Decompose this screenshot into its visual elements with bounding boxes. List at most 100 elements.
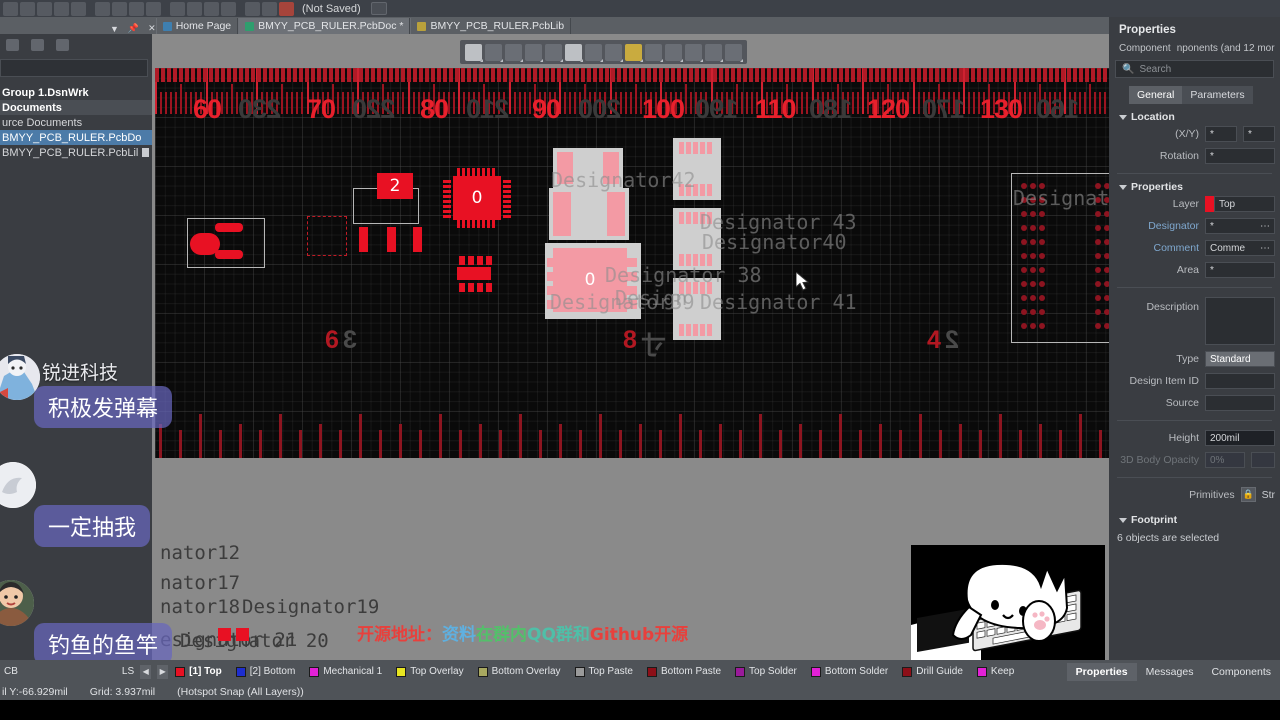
plane-icon[interactable] xyxy=(645,43,663,62)
save-icon[interactable] xyxy=(3,1,18,16)
cut-icon[interactable] xyxy=(95,1,110,16)
rotation-field[interactable]: * xyxy=(1205,148,1275,164)
height-field[interactable]: 200mil xyxy=(1205,430,1275,446)
ruler-icon[interactable] xyxy=(685,43,703,62)
select-icon[interactable] xyxy=(170,1,185,16)
lock-icon[interactable]: 🔒 xyxy=(1240,487,1256,502)
pcb-board[interactable]: 60 230 70 220 80 210 90 200 100 190 110 180 120 170 13… xyxy=(155,68,1109,458)
keepout-icon[interactable] xyxy=(625,43,643,62)
ellipsis-icon[interactable]: ⋯ xyxy=(1260,243,1270,254)
zoom-out-icon[interactable] xyxy=(54,1,69,16)
layer-item-top-solder[interactable]: Top Solder xyxy=(728,666,804,677)
layer-scroll-right-button[interactable]: ▶ xyxy=(157,664,169,679)
comment-label[interactable]: Comment xyxy=(1153,242,1199,254)
ellipsis-icon[interactable]: ⋯ xyxy=(1260,221,1270,232)
panel-tab-messages[interactable]: Messages xyxy=(1137,663,1203,681)
properties-search-input[interactable]: 🔍 Search xyxy=(1115,60,1274,78)
paste-icon[interactable] xyxy=(129,1,144,16)
zoom-fit-icon[interactable] xyxy=(71,1,86,16)
comment-field[interactable]: Comme ⋯ xyxy=(1205,240,1275,256)
y-field[interactable]: * xyxy=(1243,126,1275,142)
crosshair-icon[interactable] xyxy=(187,1,202,16)
description-field[interactable] xyxy=(1205,297,1275,345)
layer-scroll-left-button[interactable]: ◀ xyxy=(140,664,152,679)
layer-item-bottom-paste[interactable]: Bottom Paste xyxy=(640,666,728,677)
line-icon[interactable] xyxy=(725,43,743,62)
tab-general[interactable]: General xyxy=(1129,86,1183,104)
tab-pcbdoc[interactable]: BMYY_PCB_RULER.PcbDoc * xyxy=(238,18,411,34)
place-pad-icon[interactable] xyxy=(525,43,543,62)
type-select[interactable]: Standard xyxy=(1205,351,1275,367)
tree-item-workspace[interactable]: Group 1.DsnWrk xyxy=(0,85,152,100)
net-icon[interactable] xyxy=(605,43,623,62)
layer-item-top-overlay[interactable]: Top Overlay xyxy=(389,666,470,677)
lightning-icon[interactable] xyxy=(279,1,294,16)
layer-item-drill-guide[interactable]: Drill Guide xyxy=(895,666,970,677)
polygon-icon[interactable] xyxy=(585,43,603,62)
projects-icon[interactable] xyxy=(6,39,19,51)
pcb-pad xyxy=(1095,295,1101,301)
layer-bar-ls-label[interactable]: LS xyxy=(122,666,134,677)
pin-icon[interactable]: 📌 xyxy=(128,23,139,34)
designator-field[interactable]: * ⋯ xyxy=(1205,218,1275,234)
tab-parameters[interactable]: Parameters xyxy=(1182,86,1253,104)
component-selector-row[interactable]: Component nponents (and 12 mor xyxy=(1109,42,1280,60)
filter-icon[interactable] xyxy=(465,43,483,62)
panel-tab-properties[interactable]: Properties xyxy=(1066,662,1137,681)
ruler-number: 70 xyxy=(307,94,336,124)
designator-label[interactable]: Designator xyxy=(1148,220,1199,232)
x-field[interactable]: * xyxy=(1205,126,1237,142)
section-footprint[interactable]: Footprint xyxy=(1109,514,1280,526)
text-icon[interactable] xyxy=(705,43,723,62)
ruler-tick xyxy=(167,68,171,82)
row-type: Type Standard xyxy=(1109,348,1280,370)
rotate-icon[interactable] xyxy=(221,1,236,16)
pcb-pad xyxy=(487,168,490,176)
design-item-id-field[interactable] xyxy=(1205,373,1275,389)
tab-pcblib[interactable]: BMYY_PCB_RULER.PcbLib xyxy=(410,18,572,34)
layer-item-bottom-overlay[interactable]: Bottom Overlay xyxy=(471,666,568,677)
place-via-icon[interactable] xyxy=(545,43,563,62)
layer-item-1-top[interactable]: [1] Top xyxy=(168,666,229,677)
layer-item-2-bottom[interactable]: [2] Bottom xyxy=(229,666,303,677)
gear-icon[interactable] xyxy=(56,39,69,51)
redo-icon[interactable] xyxy=(262,1,277,16)
ruler-tick xyxy=(180,84,183,114)
panel-tab-components[interactable]: Components xyxy=(1202,663,1280,681)
chevron-down-icon[interactable]: ▼ xyxy=(110,24,119,34)
layer-select[interactable]: Top xyxy=(1205,196,1275,212)
section-location[interactable]: Location xyxy=(1109,111,1280,123)
section-properties[interactable]: Properties xyxy=(1109,181,1280,193)
dimension-icon[interactable] xyxy=(665,43,683,62)
ruler-tick xyxy=(185,68,189,82)
fill-icon[interactable] xyxy=(565,43,583,62)
layer-item-bottom-solder[interactable]: Bottom Solder xyxy=(804,666,895,677)
route-icon[interactable] xyxy=(485,43,503,62)
toolbar-overflow-button[interactable] xyxy=(370,2,387,15)
ruler-tick xyxy=(749,68,753,82)
ruler-tick xyxy=(523,92,526,114)
tab-home-page[interactable]: Home Page xyxy=(155,18,239,34)
component-label: Component xyxy=(1119,43,1171,54)
layer-item-top-paste[interactable]: Top Paste xyxy=(568,666,640,677)
zoom-icon[interactable] xyxy=(37,1,52,16)
folder-icon[interactable] xyxy=(31,39,44,51)
copy-icon[interactable] xyxy=(112,1,127,16)
layer-item-mechanical-1[interactable]: Mechanical 1 xyxy=(302,666,389,677)
tree-item-pcblib[interactable]: BMYY_PCB_RULER.PcbLil xyxy=(0,145,152,160)
pcb-pad xyxy=(1039,309,1045,315)
projects-search-input[interactable] xyxy=(0,59,148,77)
ruler-tick xyxy=(379,430,382,458)
paste-special-icon[interactable] xyxy=(146,1,161,16)
pcb-pad xyxy=(1021,225,1027,231)
source-field[interactable] xyxy=(1205,395,1275,411)
undo-icon[interactable] xyxy=(245,1,260,16)
layer-item-keep[interactable]: Keep xyxy=(970,666,1021,677)
tree-item-documents[interactable]: Documents xyxy=(0,100,152,115)
tree-item-pcbdoc[interactable]: BMYY_PCB_RULER.PcbDo xyxy=(0,130,152,145)
tree-item-source-documents[interactable]: urce Documents xyxy=(0,115,152,130)
move-icon[interactable] xyxy=(204,1,219,16)
open-icon[interactable] xyxy=(20,1,35,16)
add-icon[interactable] xyxy=(505,43,523,62)
close-icon[interactable]: ✕ xyxy=(148,23,156,34)
